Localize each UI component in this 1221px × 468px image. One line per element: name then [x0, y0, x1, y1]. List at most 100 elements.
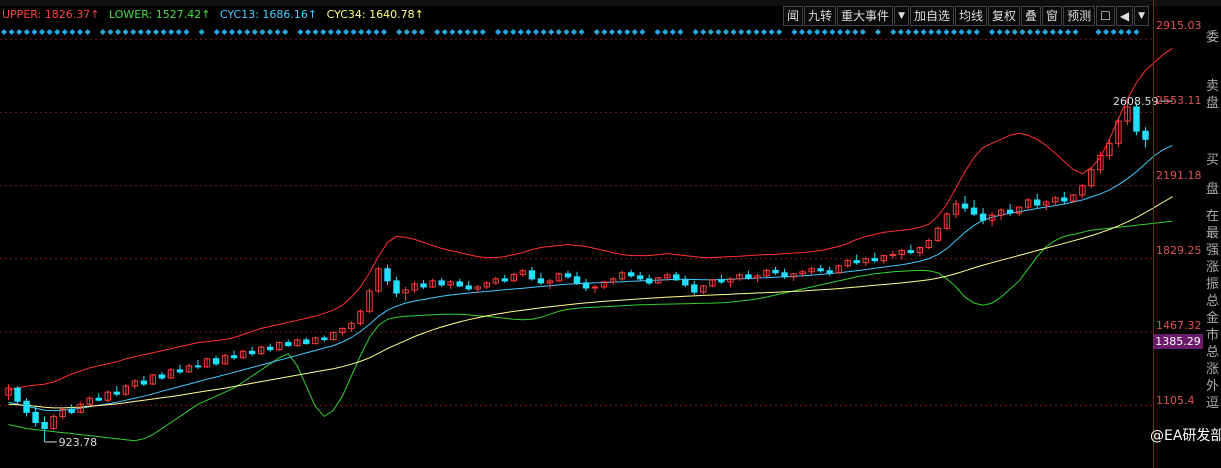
candle-body	[745, 274, 752, 279]
signal-diamond	[890, 29, 897, 35]
order-book-side-panel[interactable]: 委 卖 盘 买 盘 在 最 强 涨 振 总 金 市 总 涨 外 逗	[1204, 30, 1221, 413]
signal-diamond	[730, 29, 737, 35]
side-label: 盘	[1205, 96, 1219, 111]
candle-body	[907, 250, 915, 254]
candle-body	[645, 278, 653, 284]
signal-diamond	[821, 29, 828, 35]
signal-diamond	[639, 29, 646, 35]
signal-diamond	[198, 29, 205, 35]
signal-diamond	[381, 29, 387, 35]
signal-diamond	[54, 29, 61, 35]
window-button[interactable]: 窗	[1042, 6, 1063, 26]
candle-body	[501, 278, 509, 282]
signal-diamond	[229, 29, 235, 35]
signal-diamond	[533, 29, 539, 35]
signal-diamond	[935, 29, 942, 35]
signal-diamond	[1019, 29, 1026, 35]
candle-body	[248, 350, 256, 355]
overlay-button[interactable]: 叠	[1021, 6, 1042, 26]
signal-diamond	[282, 29, 289, 35]
forecast-button[interactable]: 预测	[1063, 6, 1096, 26]
signal-diamond	[479, 29, 486, 35]
adjust-button[interactable]: 复权	[988, 6, 1021, 26]
annotation-label: 2608.59	[1113, 95, 1159, 108]
signal-diamond	[654, 29, 661, 35]
signal-diamond	[449, 29, 456, 35]
signal-diamond	[578, 29, 585, 35]
signal-diamond	[168, 29, 175, 35]
signal-diamond	[312, 29, 319, 35]
signal-diamond	[320, 29, 327, 35]
signal-diamond	[99, 29, 106, 35]
candle-body	[627, 272, 635, 277]
nine-turn-button[interactable]: 九转	[804, 6, 837, 26]
series-line-cyc34	[8, 196, 1173, 409]
signal-diamond	[669, 29, 676, 35]
signal-diamond	[221, 29, 228, 35]
candle-body	[1006, 209, 1014, 214]
candle-body	[772, 269, 779, 274]
current-price-tag: 1385.29	[1153, 334, 1203, 349]
signal-diamond	[662, 29, 669, 35]
candle-body	[970, 207, 978, 215]
signal-diamond	[1, 29, 7, 35]
signal-diamond	[145, 29, 152, 35]
side-label: 最	[1205, 226, 1219, 241]
major-events-button[interactable]: 重大事件	[837, 6, 894, 26]
signal-diamond	[77, 29, 83, 35]
series-line-upper	[8, 47, 1173, 391]
candle-body	[682, 279, 689, 286]
signal-diamond	[1065, 29, 1071, 35]
signal-diamond	[951, 29, 957, 35]
kline-chart: 2608.59 923.78	[0, 29, 1173, 449]
signal-diamond	[692, 29, 699, 35]
signal-diamond	[517, 29, 524, 35]
signal-diamond	[563, 29, 570, 35]
signal-diamond	[502, 29, 509, 35]
signal-diamond	[593, 29, 600, 35]
signal-diamond	[852, 29, 859, 35]
moving-average-button[interactable]: 均线	[955, 6, 988, 26]
candle-body	[636, 275, 644, 280]
signal-diamond	[707, 29, 714, 35]
signal-diamond	[745, 29, 752, 35]
signal-diamond	[16, 29, 23, 35]
candle-body	[393, 280, 400, 294]
signal-diamond	[829, 29, 836, 35]
signal-diamond	[875, 29, 881, 35]
signal-diamond	[996, 29, 1003, 35]
square-icon[interactable]: ☐	[1096, 6, 1115, 26]
candle-body	[23, 400, 30, 413]
signal-diamond	[403, 29, 410, 35]
signal-diamond	[958, 29, 965, 35]
collapse-icon[interactable]: ◀	[1115, 6, 1134, 26]
candle-body	[853, 260, 860, 264]
signal-diamond	[419, 29, 425, 35]
candle-body	[1061, 197, 1068, 202]
signal-diamond	[1133, 29, 1140, 35]
candle-body	[979, 213, 987, 221]
side-label: 总	[1205, 294, 1219, 309]
candle-body	[582, 282, 590, 289]
signal-diamond	[84, 29, 91, 35]
signal-diamond	[130, 29, 137, 35]
y-tick-label: 1829.25	[1156, 244, 1202, 257]
signal-diamond	[61, 29, 68, 35]
signal-diamond	[343, 29, 349, 35]
signal-diamond	[213, 29, 220, 35]
signal-diamond	[1095, 29, 1102, 35]
signal-diamond	[989, 29, 995, 35]
signal-diamond	[913, 29, 919, 35]
watermark: @EA研发部	[1150, 428, 1221, 444]
events-dropdown-button[interactable]: ▼	[894, 6, 909, 26]
signal-diamond	[631, 29, 638, 35]
signal-diamond	[350, 29, 357, 35]
signal-diamond	[335, 29, 342, 35]
indicator-legend: UPPER: 1826.37↑ LOWER: 1527.42↑ CYC13: 1…	[2, 8, 430, 24]
candle-body	[528, 270, 536, 280]
add-watchlist-button[interactable]: 加自选	[909, 6, 954, 26]
signal-diamond	[1049, 29, 1056, 35]
news-button[interactable]: 闻	[783, 6, 804, 26]
signal-diamond	[540, 29, 547, 35]
chevron-down-icon[interactable]: ▼	[1134, 6, 1149, 26]
